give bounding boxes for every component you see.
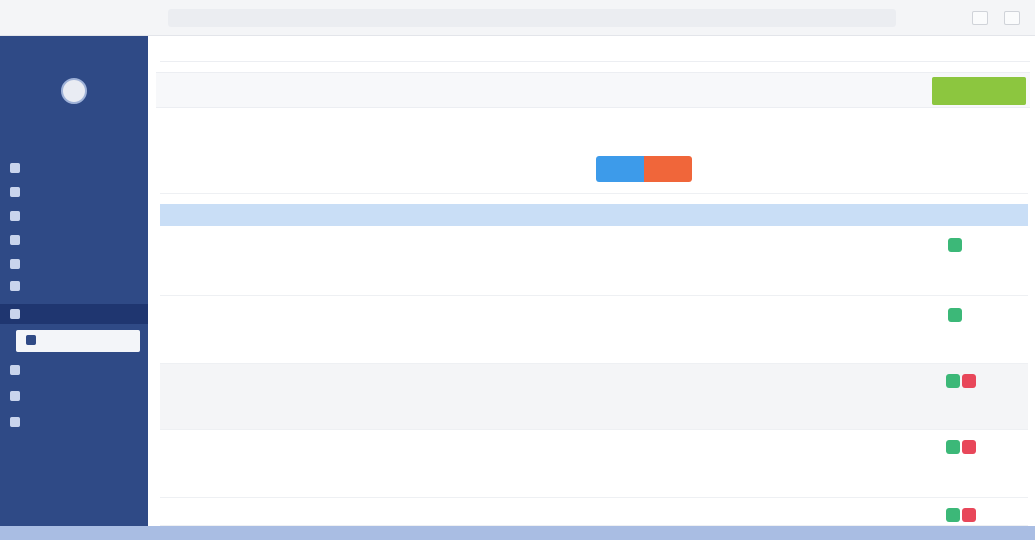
menu-icon: [10, 417, 20, 427]
table-row[interactable]: [160, 498, 1028, 526]
user-name: [8, 120, 140, 134]
row-detail: [756, 308, 916, 322]
row-count: [470, 238, 530, 252]
row-info: [578, 464, 728, 478]
toggle-right-button[interactable]: [644, 156, 692, 182]
menu-icon: [10, 235, 20, 245]
app-brand: [10, 41, 138, 59]
row-detail: [756, 508, 916, 522]
view-toggle: [596, 156, 692, 182]
row-detail: [756, 464, 916, 478]
row-id: [166, 508, 186, 522]
row-info: [578, 508, 728, 522]
column-header: [756, 208, 876, 222]
row-info: [578, 374, 728, 388]
row-name: [204, 508, 404, 522]
close-icon[interactable]: [1004, 11, 1020, 25]
row-count: [470, 374, 530, 388]
sidebar: [0, 36, 148, 526]
row-count: [470, 440, 530, 454]
sidebar-item-1[interactable]: [0, 158, 148, 178]
menu-icon: [10, 187, 20, 197]
menu-icon: [10, 163, 20, 173]
toggle-left-button[interactable]: [596, 156, 644, 182]
filter-label: [168, 138, 248, 152]
row-detail: [756, 238, 916, 252]
row-name: [204, 308, 404, 322]
menu-icon: [10, 259, 20, 269]
breadcrumb-text[interactable]: [168, 44, 388, 58]
sidebar-item-7[interactable]: [0, 360, 148, 380]
sidebar-item-6[interactable]: [0, 276, 148, 296]
row-id: [166, 374, 186, 388]
filter-hint: [168, 162, 288, 174]
horizontal-scrollbar[interactable]: [0, 526, 1035, 540]
row-info: [578, 440, 728, 454]
row-info: [578, 238, 728, 252]
delete-icon[interactable]: [962, 508, 976, 522]
edit-icon[interactable]: [946, 374, 960, 388]
breadcrumb: [160, 40, 1030, 62]
minimize-button[interactable]: [972, 11, 988, 25]
menu-icon: [10, 365, 20, 375]
row-info: [578, 308, 728, 322]
row-id: [166, 440, 186, 454]
filter-panel: [160, 124, 1028, 194]
delete-icon[interactable]: [962, 440, 976, 454]
column-header: [166, 208, 186, 222]
edit-icon[interactable]: [948, 308, 962, 322]
sidebar-item-active[interactable]: [0, 304, 148, 324]
table-row[interactable]: [160, 296, 1028, 364]
row-name: [204, 440, 404, 454]
sidebar-item-2[interactable]: [0, 182, 148, 202]
sidebar-subitem-selected[interactable]: [16, 330, 140, 352]
edit-icon[interactable]: [946, 440, 960, 454]
row-count: [470, 508, 530, 522]
page-header: [156, 72, 1030, 108]
sidebar-item-5[interactable]: [0, 254, 148, 274]
sidebar-item-8[interactable]: [0, 386, 148, 406]
delete-icon[interactable]: [962, 374, 976, 388]
row-count: [470, 308, 530, 322]
table-row[interactable]: [160, 430, 1028, 498]
menu-icon: [10, 391, 20, 401]
table-header: [160, 204, 1028, 226]
row-detail: [756, 396, 916, 410]
row-name: [204, 238, 404, 252]
data-table: [160, 204, 1028, 526]
menu-icon: [26, 335, 36, 345]
column-header: [204, 208, 354, 222]
avatar[interactable]: [61, 78, 87, 104]
sidebar-item-4[interactable]: [0, 230, 148, 250]
edit-icon[interactable]: [948, 238, 962, 252]
row-detail: [756, 374, 916, 388]
sidebar-item-9[interactable]: [0, 412, 148, 432]
column-header: [578, 208, 698, 222]
row-detail: [756, 330, 916, 344]
edit-icon[interactable]: [946, 508, 960, 522]
table-row[interactable]: [160, 226, 1028, 296]
row-id: [166, 308, 186, 322]
row-detail: [756, 440, 916, 454]
row-name: [204, 374, 404, 388]
sidebar-item-3[interactable]: [0, 206, 148, 226]
column-header: [946, 208, 1006, 222]
browser-toolbar: [0, 0, 1035, 36]
table-row[interactable]: [160, 364, 1028, 430]
address-text: [176, 11, 636, 25]
row-info: [578, 260, 728, 274]
column-header: [460, 208, 530, 222]
row-id: [166, 238, 186, 252]
menu-icon: [10, 281, 20, 291]
add-button[interactable]: [932, 77, 1026, 105]
row-info: [578, 396, 728, 410]
row-detail: [756, 260, 916, 274]
row-info: [578, 330, 728, 344]
address-bar[interactable]: [168, 9, 896, 27]
menu-icon: [10, 309, 20, 319]
menu-icon: [10, 211, 20, 221]
page-title: [162, 84, 482, 100]
